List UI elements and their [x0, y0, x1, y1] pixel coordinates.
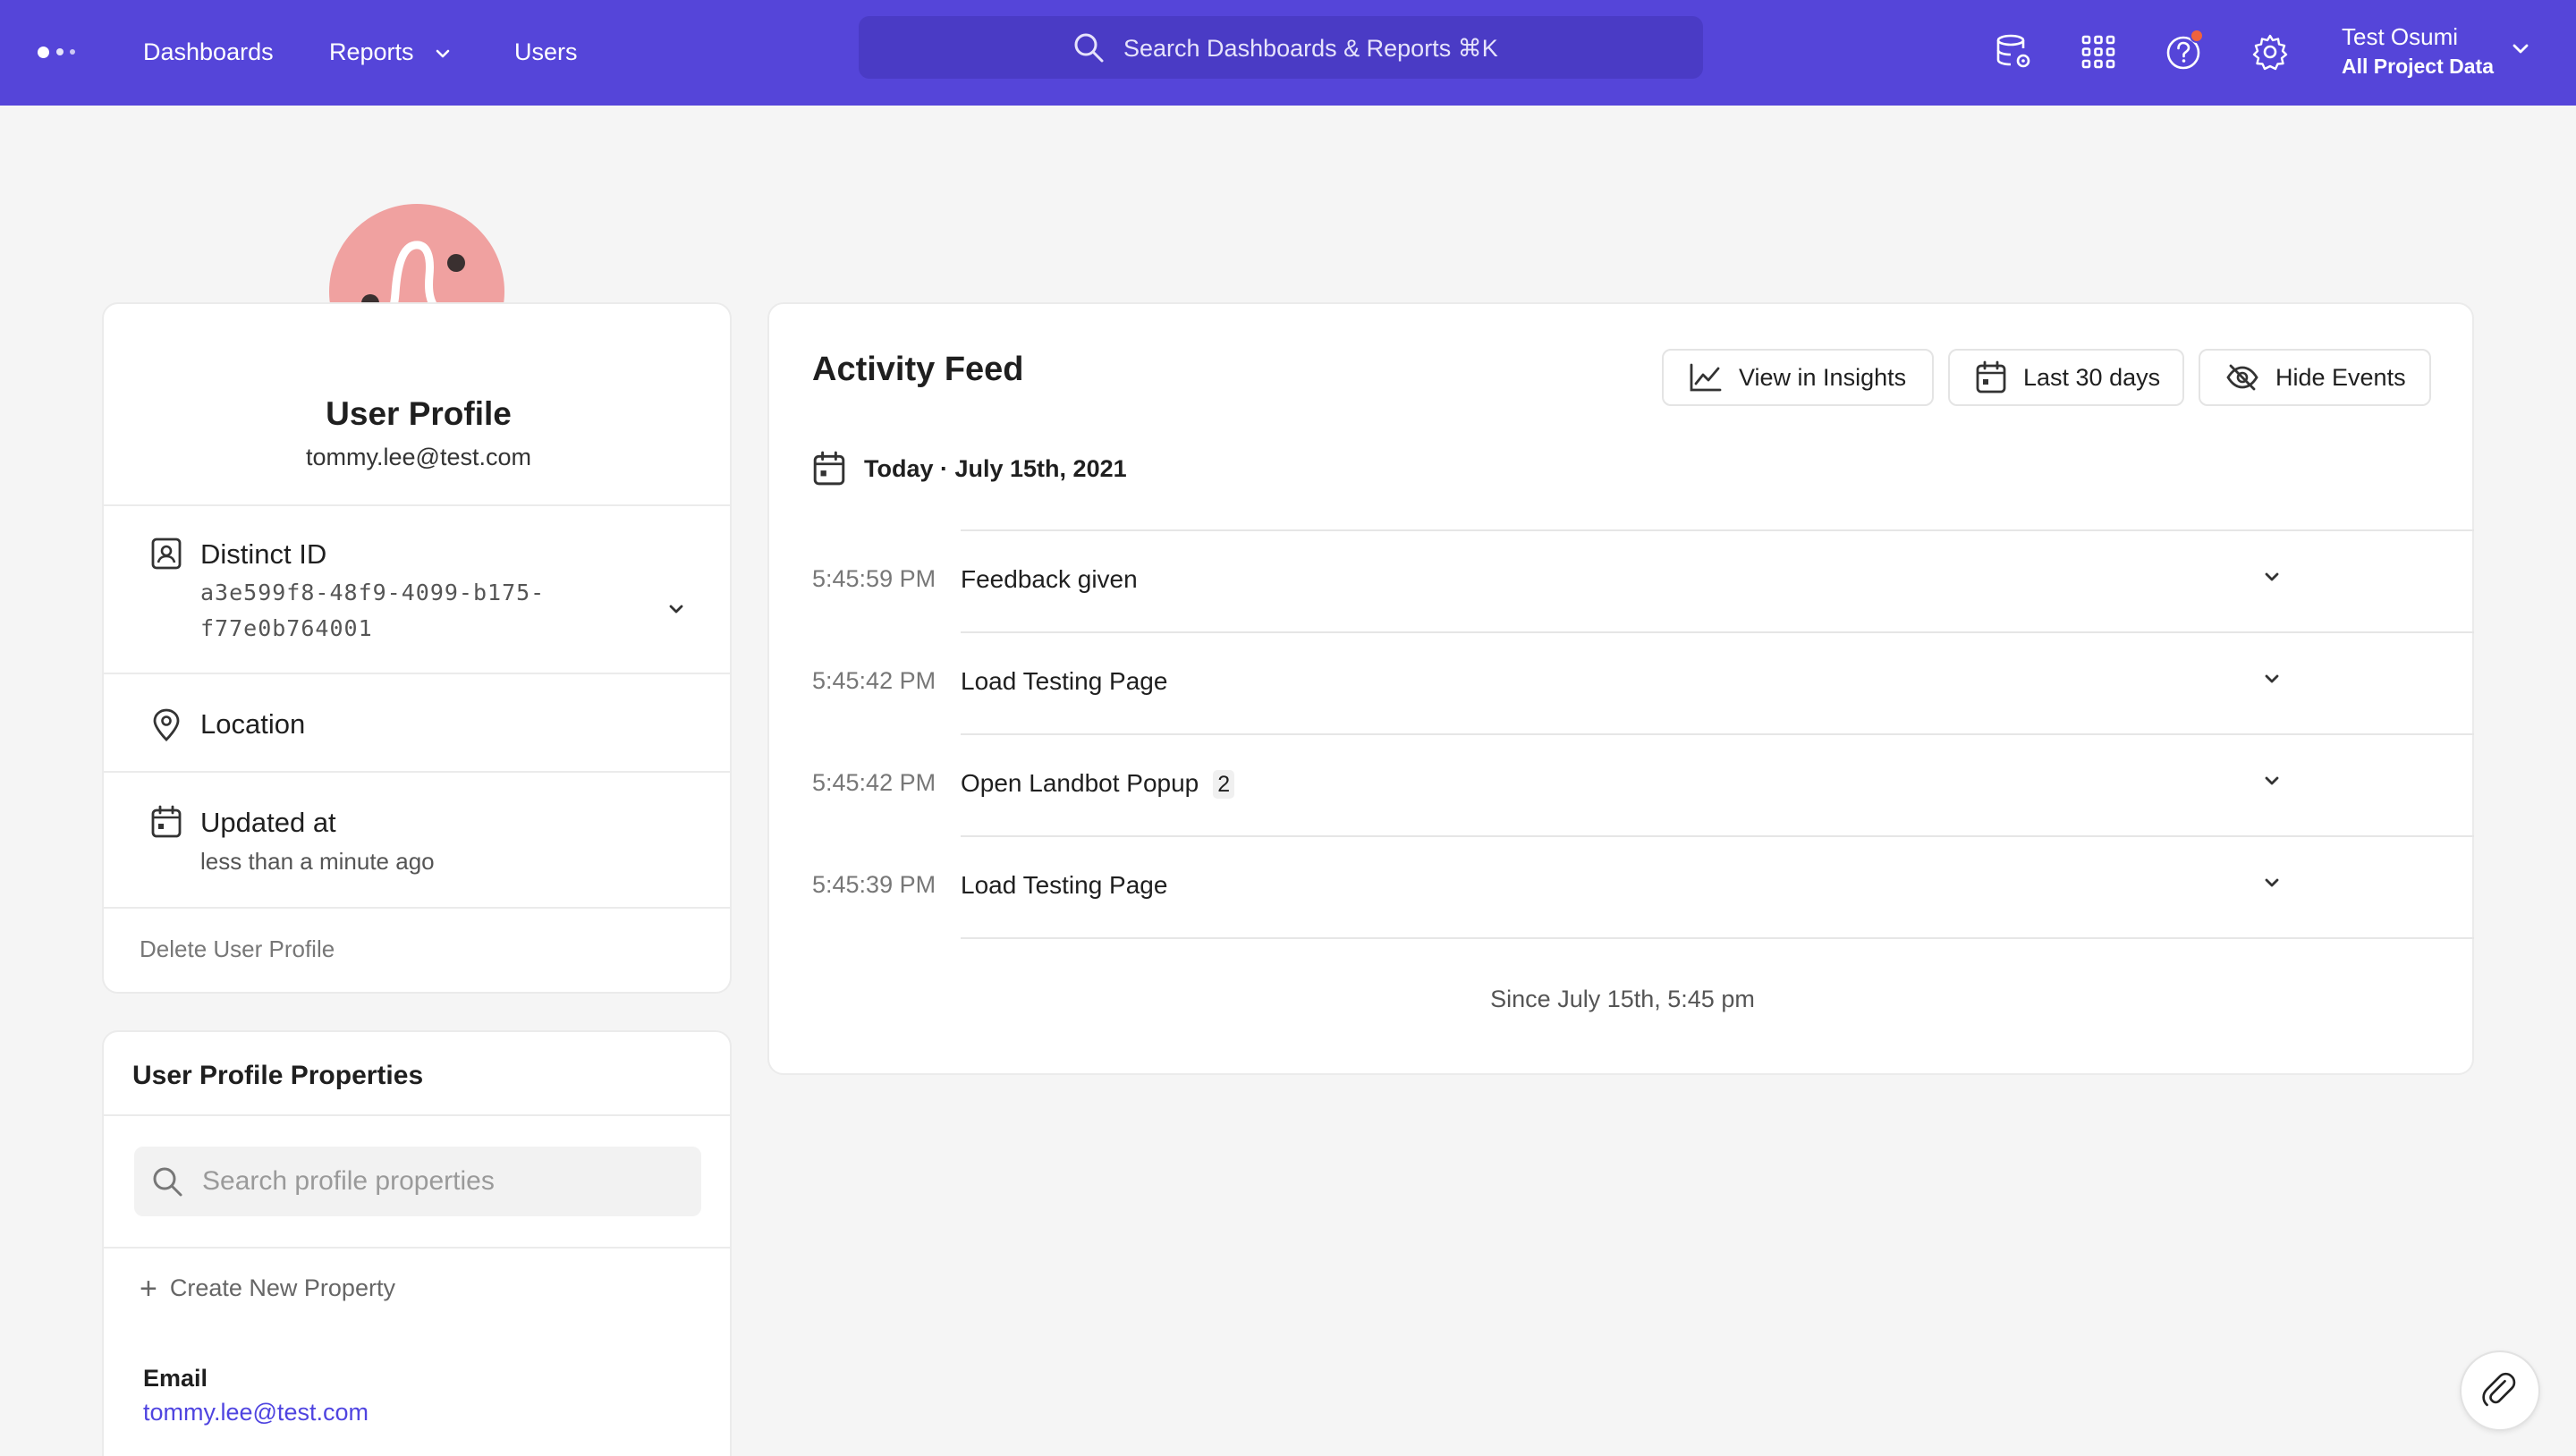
delete-user-profile-button[interactable]: Delete User Profile: [140, 935, 335, 963]
divider: [104, 907, 730, 909]
event-row[interactable]: 5:45:42 PM Open Landbot Popup 2: [812, 735, 2440, 835]
chevron-down-icon[interactable]: [667, 603, 685, 615]
gear-icon[interactable]: [2250, 32, 2290, 72]
date-range-button[interactable]: Last 30 days: [1948, 349, 2184, 406]
updated-at-label: Updated at: [200, 807, 336, 838]
nav-dashboards[interactable]: Dashboards: [143, 36, 274, 68]
location-pin-icon: [153, 708, 180, 741]
event-time: 5:45:39 PM: [812, 871, 936, 898]
line-chart-icon: [1690, 363, 1722, 392]
event-time: 5:45:59 PM: [812, 565, 936, 592]
event-count-badge: 2: [1213, 770, 1235, 799]
date-range-label: Last 30 days: [2023, 363, 2161, 391]
event-row[interactable]: 5:45:39 PM Load Testing Page: [812, 837, 2440, 937]
chevron-down-icon[interactable]: [2263, 876, 2281, 889]
feed-date-label: Today · July 15th, 2021: [864, 454, 1127, 482]
event-name-label: Open Landbot Popup: [961, 769, 1199, 797]
plus-icon: +: [140, 1272, 157, 1306]
view-in-insights-label: View in Insights: [1739, 363, 1907, 391]
calendar-icon: [1976, 360, 2006, 394]
divider: [961, 937, 2474, 939]
distinct-id-label: Distinct ID: [200, 538, 327, 570]
activity-feed-card: Activity Feed View in Insights Last 30 d…: [767, 302, 2474, 1075]
distinct-id-value: a3e599f8-48f9-4099-b175-: [200, 580, 546, 605]
calendar-icon: [151, 805, 182, 838]
paperclip-icon: [2482, 1372, 2516, 1407]
location-label: Location: [200, 708, 306, 740]
data-settings-icon[interactable]: [1995, 32, 2034, 72]
top-navigation-bar: Dashboards Reports Users Search Dashboar…: [0, 0, 2576, 106]
hide-events-button[interactable]: Hide Events: [2199, 349, 2431, 406]
profile-email: tommy.lee@test.com: [306, 444, 531, 470]
chevron-down-icon: [436, 49, 450, 58]
feed-footer: Since July 15th, 5:45 pm: [1490, 986, 1755, 1012]
chevron-down-icon[interactable]: [2263, 673, 2281, 685]
project-name: All Project Data: [2342, 55, 2494, 78]
user-profile-properties-card: User Profile Properties + Create New Prop…: [102, 1030, 732, 1456]
nav-reports[interactable]: Reports: [329, 36, 451, 68]
divider: [104, 673, 730, 674]
event-name: Feedback given: [961, 565, 1138, 593]
chevron-down-icon[interactable]: [2263, 571, 2281, 583]
updated-at-value: less than a minute ago: [200, 848, 435, 875]
distinct-id-value-cont: f77e0b764001: [200, 615, 373, 641]
divider: [104, 504, 730, 506]
create-new-property-label: Create New Property: [169, 1274, 395, 1301]
profile-title: User Profile: [326, 395, 512, 432]
account-menu[interactable]: Test Osumi All Project Data: [2342, 21, 2494, 80]
id-badge-icon: [151, 538, 182, 570]
view-in-insights-button[interactable]: View in Insights: [1662, 349, 1934, 406]
search-icon: [1074, 33, 1104, 63]
divider: [104, 771, 730, 773]
feed-date-heading: Today · July 15th, 2021: [812, 451, 1127, 487]
create-new-property-button[interactable]: + Create New Property: [140, 1272, 395, 1307]
event-time: 5:45:42 PM: [812, 667, 936, 694]
attachment-button[interactable]: [2460, 1350, 2540, 1431]
search-icon: [153, 1167, 182, 1197]
chevron-down-icon[interactable]: [2512, 43, 2529, 55]
properties-title: User Profile Properties: [132, 1061, 424, 1090]
apps-grid-icon[interactable]: [2079, 32, 2118, 72]
chevron-down-icon[interactable]: [2263, 775, 2281, 787]
event-name: Load Testing Page: [961, 667, 1168, 695]
event-name: Open Landbot Popup 2: [961, 769, 1235, 799]
event-time: 5:45:42 PM: [812, 769, 936, 796]
app-logo[interactable]: [36, 39, 80, 66]
user-profile-card: User Profile tommy.lee@test.com Distinct…: [102, 302, 732, 994]
event-row[interactable]: 5:45:42 PM Load Testing Page: [812, 633, 2440, 733]
help-icon[interactable]: [2165, 29, 2204, 72]
search-profile-properties-input[interactable]: [134, 1147, 701, 1216]
divider: [104, 1247, 730, 1249]
notification-dot: [2190, 29, 2204, 43]
property-key-email: Email: [143, 1365, 208, 1392]
global-search[interactable]: Search Dashboards & Reports ⌘K: [859, 16, 1703, 79]
calendar-icon: [813, 451, 845, 486]
hide-events-label: Hide Events: [2275, 363, 2406, 391]
property-value-email[interactable]: tommy.lee@test.com: [143, 1399, 369, 1426]
nav-users[interactable]: Users: [514, 36, 578, 68]
divider: [104, 1114, 730, 1116]
account-name: Test Osumi: [2342, 23, 2459, 50]
activity-feed-title: Activity Feed: [812, 351, 1024, 388]
nav-reports-label: Reports: [329, 38, 414, 65]
eye-off-icon: [2226, 364, 2258, 391]
global-search-text: Search Dashboards & Reports ⌘K: [1123, 35, 1498, 62]
event-row[interactable]: 5:45:59 PM Feedback given: [812, 531, 2440, 631]
event-name: Load Testing Page: [961, 871, 1168, 899]
